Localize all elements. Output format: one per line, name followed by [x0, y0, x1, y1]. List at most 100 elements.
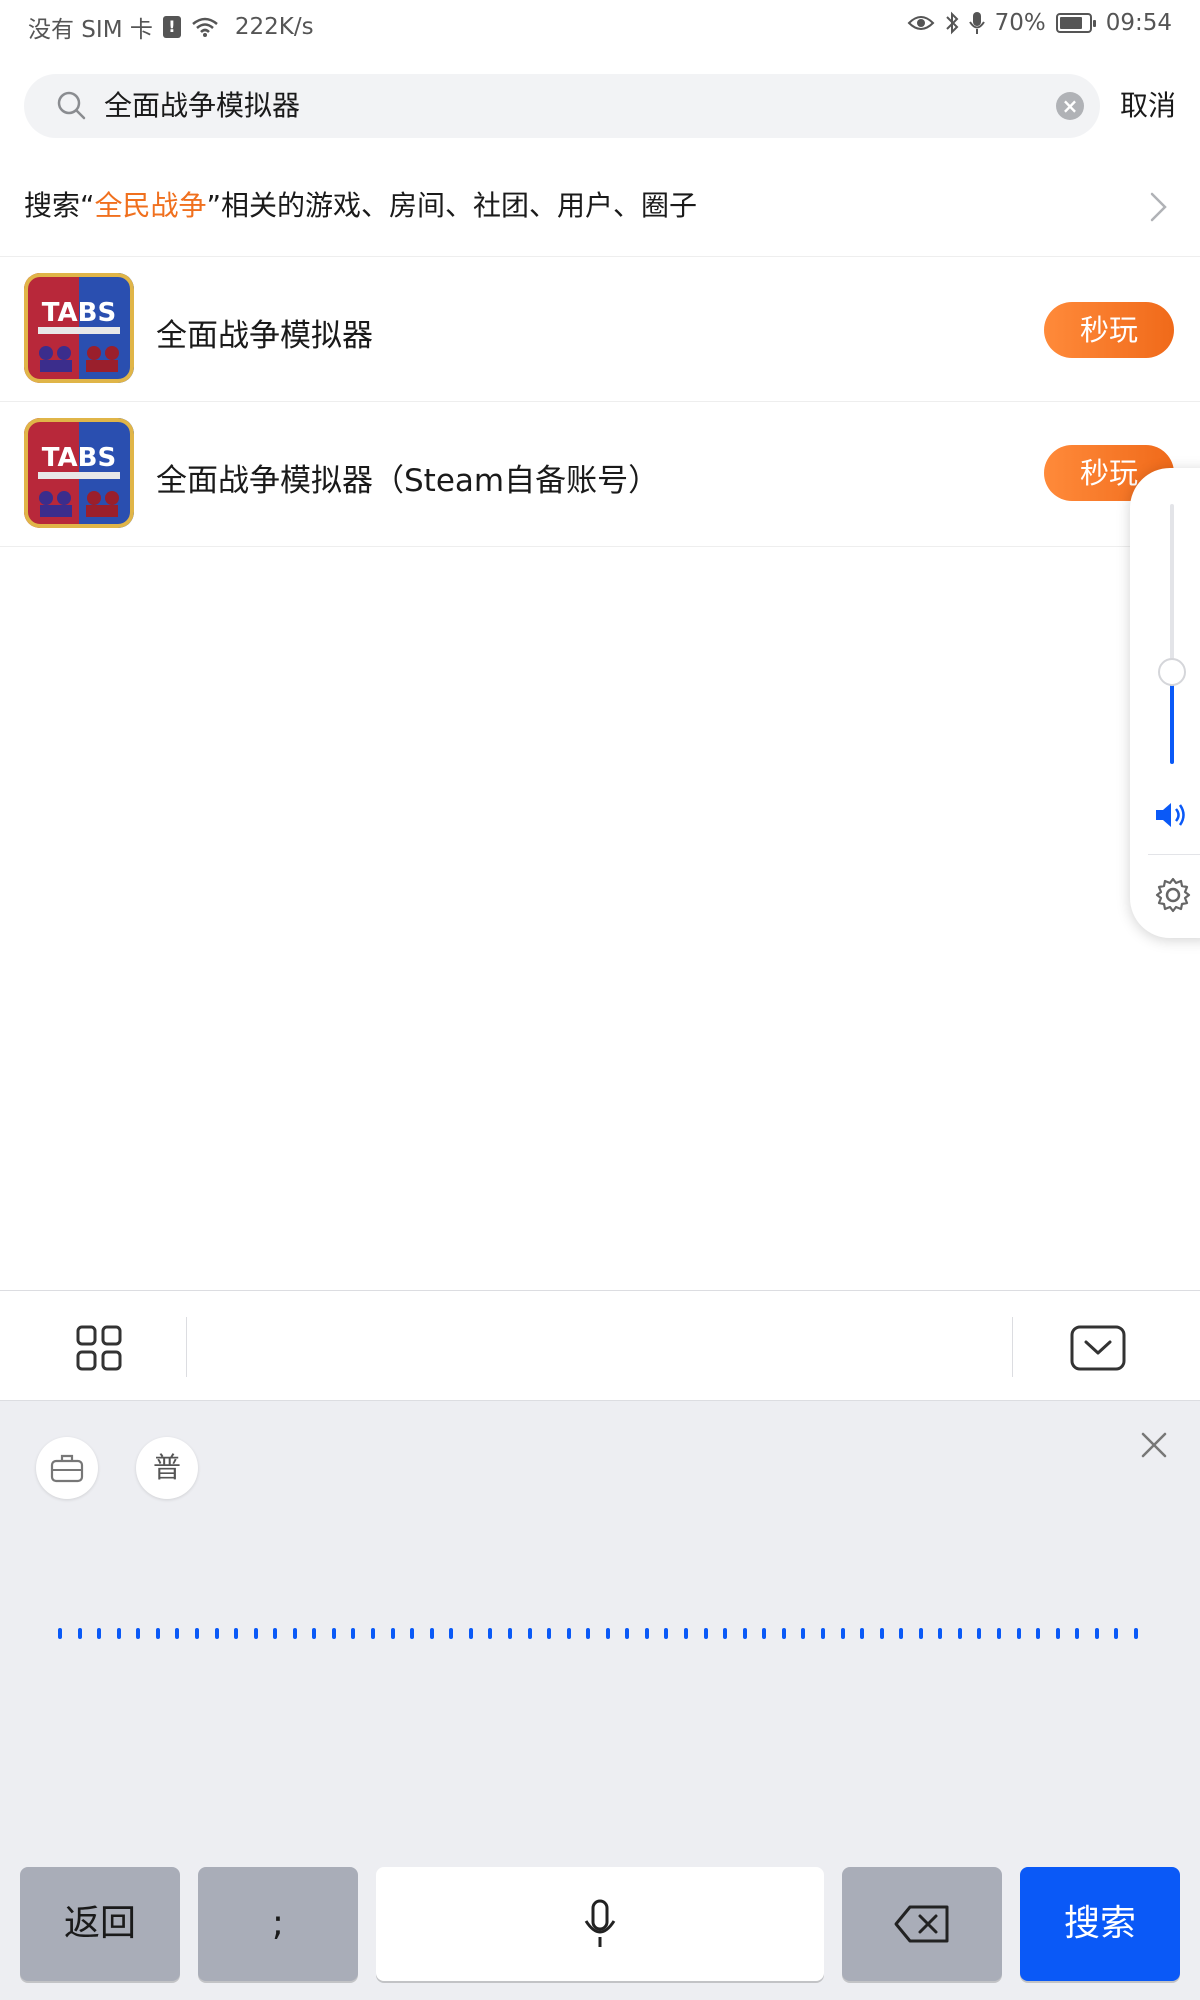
briefcase-icon — [50, 1454, 84, 1483]
waveform-bar — [292, 1627, 297, 1639]
bluetooth-icon — [945, 11, 958, 35]
voice-keyboard: 普 返回 ; 搜索 — [0, 1400, 1200, 2000]
status-bar: 没有 SIM 卡 ! 222K/s 70% 09:54 — [0, 0, 1200, 50]
waveform-bar — [253, 1627, 258, 1639]
waveform-bar — [625, 1627, 630, 1639]
waveform-bar — [390, 1627, 395, 1639]
suggest-keyword: 全民战争 — [94, 189, 207, 222]
waveform-bar — [840, 1627, 845, 1639]
carrier-text: 没有 SIM 卡 — [28, 17, 153, 43]
chevron-right-icon[interactable] — [1148, 190, 1170, 224]
semicolon-key[interactable]: ; — [198, 1867, 358, 1981]
backspace-icon — [894, 1905, 949, 1943]
search-icon — [57, 91, 86, 120]
search-key[interactable]: 搜索 — [1020, 1867, 1180, 1981]
waveform-bar — [175, 1627, 180, 1639]
grid-menu-icon[interactable] — [76, 1325, 122, 1371]
waveform-bar — [801, 1627, 806, 1639]
waveform-bar — [1114, 1627, 1119, 1639]
waveform-bar — [214, 1627, 219, 1639]
waveform-bar — [371, 1627, 375, 1639]
keyboard-toolbar — [0, 1290, 1200, 1400]
search-bar[interactable]: 全面战争模拟器 × — [24, 74, 1100, 138]
waveform-bar — [507, 1627, 512, 1639]
waveform-bar — [1016, 1627, 1021, 1639]
icon-logo-text: TABS — [42, 443, 116, 473]
divider — [0, 546, 1200, 547]
waveform-bar — [351, 1627, 356, 1639]
waveform-bar — [136, 1627, 141, 1639]
status-left: 没有 SIM 卡 ! 222K/s — [28, 10, 314, 44]
waveform-bar — [234, 1627, 239, 1639]
eye-icon — [907, 16, 934, 30]
suggest-prefix: 搜索“ — [24, 189, 95, 222]
waveform-bar — [273, 1627, 278, 1639]
suggest-suffix: ”相关的游戏、房间、社团、用户、圈子 — [206, 189, 698, 222]
waveform-bar — [997, 1627, 1001, 1639]
toolbox-button[interactable] — [36, 1437, 98, 1499]
result-item[interactable]: TABS 全面战争模拟器 秒玩 — [0, 257, 1200, 401]
waveform-bar — [879, 1627, 884, 1639]
toolbar-divider — [1012, 1317, 1013, 1377]
waveform-bar — [1094, 1627, 1099, 1639]
waveform-bar — [1036, 1627, 1041, 1639]
microphone-icon — [584, 1899, 616, 1947]
waveform-bar — [449, 1627, 454, 1639]
waveform-bar — [938, 1627, 943, 1639]
volume-slider-fill — [1170, 676, 1174, 764]
waveform-bar — [977, 1627, 982, 1639]
backspace-key[interactable] — [842, 1867, 1002, 1981]
toolbar-divider — [186, 1317, 187, 1377]
waveform-bar — [116, 1627, 121, 1639]
waveform-bar — [1055, 1627, 1060, 1639]
back-key[interactable]: 返回 — [20, 1867, 180, 1981]
waveform-bar — [58, 1627, 62, 1639]
voice-waveform — [58, 1627, 1138, 1639]
microphone-key[interactable] — [376, 1867, 824, 1981]
game-title: 全面战争模拟器 — [156, 318, 373, 354]
instant-play-button[interactable]: 秒玩 — [1044, 302, 1174, 358]
volume-divider — [1148, 854, 1200, 855]
cancel-button[interactable]: 取消 — [1120, 86, 1176, 126]
waveform-bar — [723, 1627, 728, 1639]
waveform-bar — [97, 1627, 102, 1639]
waveform-bar — [820, 1627, 825, 1639]
search-suggestion[interactable]: 搜索“全民战争”相关的游戏、房间、社团、用户、圈子 — [24, 186, 697, 226]
search-input[interactable]: 全面战争模拟器 — [104, 88, 300, 124]
waveform-bar — [566, 1627, 571, 1639]
wifi-icon — [192, 17, 218, 37]
game-title: 全面战争模拟器（Steam自备账号） — [156, 463, 660, 499]
waveform-bar — [762, 1627, 767, 1639]
waveform-bar — [468, 1627, 473, 1639]
waveform-bar — [957, 1627, 962, 1639]
waveform-bar — [312, 1627, 317, 1639]
volume-slider-thumb[interactable] — [1158, 658, 1186, 686]
battery-percent: 70% — [994, 10, 1046, 36]
waveform-bar — [410, 1627, 415, 1639]
clear-search-icon[interactable]: × — [1056, 92, 1084, 120]
waveform-bar — [742, 1627, 747, 1639]
waveform-bar — [684, 1627, 688, 1639]
close-icon[interactable] — [1140, 1431, 1168, 1459]
battery-icon — [1055, 13, 1096, 33]
language-mode-button[interactable]: 普 — [136, 1437, 198, 1499]
speaker-icon[interactable] — [1154, 800, 1190, 830]
waveform-bar — [527, 1627, 532, 1639]
waveform-bar — [605, 1627, 610, 1639]
settings-gear-icon[interactable] — [1154, 876, 1192, 914]
waveform-bar — [860, 1627, 865, 1639]
waveform-bar — [331, 1627, 336, 1639]
status-right: 70% 09:54 — [907, 10, 1172, 36]
waveform-bar — [918, 1627, 923, 1639]
waveform-bar — [429, 1627, 434, 1639]
result-item[interactable]: TABS 全面战争模拟器（Steam自备账号） 秒玩 — [0, 402, 1200, 546]
waveform-bar — [155, 1627, 160, 1639]
game-icon: TABS — [24, 273, 134, 383]
waveform-bar — [547, 1627, 552, 1639]
waveform-bar — [781, 1627, 786, 1639]
waveform-bar — [194, 1627, 199, 1639]
hide-keyboard-icon[interactable] — [1070, 1325, 1126, 1371]
waveform-bar — [703, 1627, 708, 1639]
network-speed: 222K/s — [234, 14, 314, 40]
icon-logo-text: TABS — [42, 298, 116, 328]
